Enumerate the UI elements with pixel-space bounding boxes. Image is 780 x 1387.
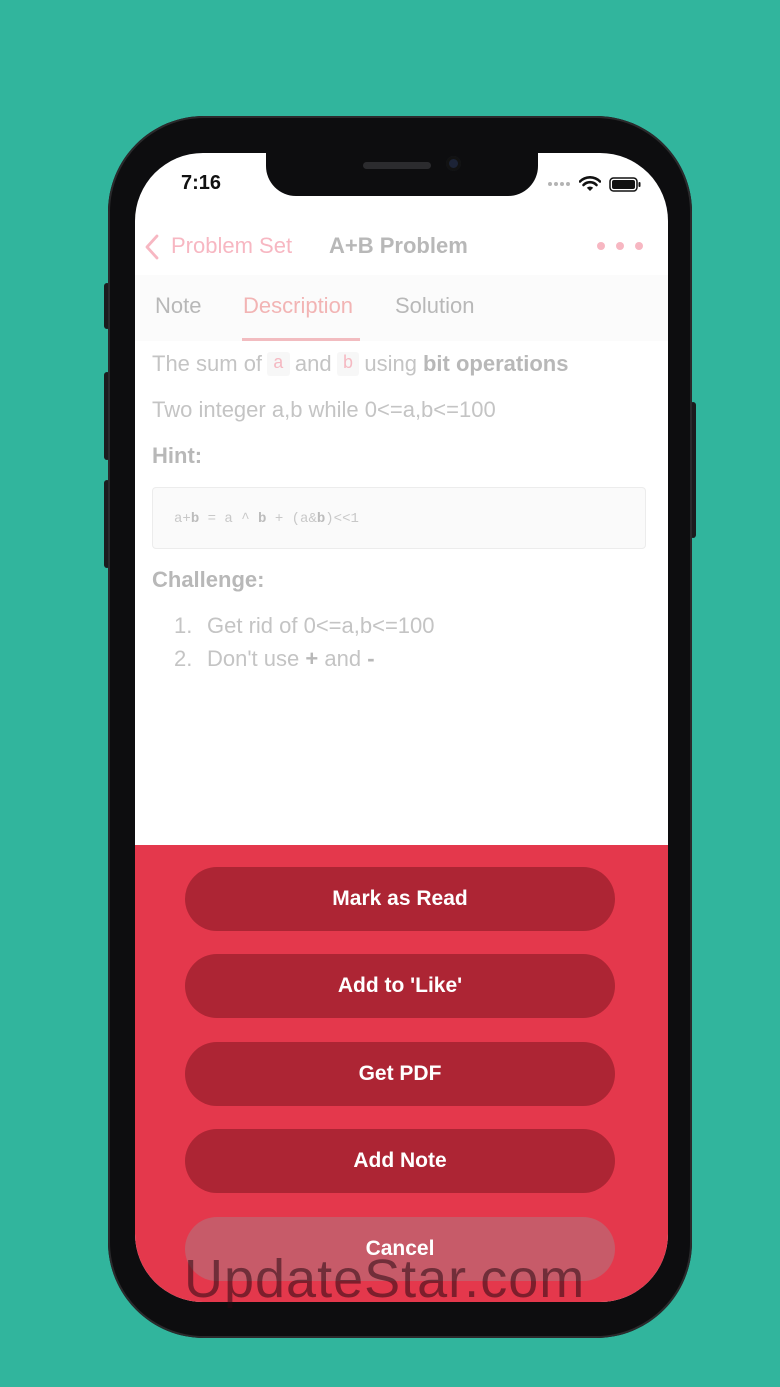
challenge-heading: Challenge:	[152, 567, 265, 592]
add-note-button[interactable]: Add Note	[185, 1129, 615, 1193]
more-dots-icon[interactable]	[597, 242, 643, 250]
code-block: a+b = a ^ b + (a&b)<<1	[152, 487, 646, 549]
signal-dots-icon	[548, 182, 570, 186]
list-item: 1. Get rid of 0<=a,b<=100	[174, 613, 435, 646]
list-text: Get rid of 0<=a,b<=100	[207, 613, 435, 638]
bold-text: -	[367, 646, 375, 671]
desc-text: and	[294, 351, 332, 376]
list-number: 2.	[174, 646, 193, 671]
code-text: = a ^	[199, 511, 259, 527]
page-title: A+B Problem	[329, 233, 468, 258]
inline-code: a	[267, 352, 290, 376]
earpiece-speaker	[363, 162, 431, 169]
code-bold: b	[316, 511, 326, 527]
add-to-like-button[interactable]: Add to 'Like'	[185, 954, 615, 1018]
challenge-list: 1. Get rid of 0<=a,b<=100 2. Don't use + a…	[174, 613, 435, 679]
code-text: + (a&	[266, 511, 317, 527]
tab-bar: Note Description Solution	[135, 275, 668, 341]
tab-description[interactable]: Description	[243, 293, 353, 319]
bold-text: +	[305, 646, 319, 671]
status-icons	[547, 176, 642, 192]
back-button[interactable]: Problem Set	[171, 233, 292, 259]
status-time: 7:16	[181, 172, 222, 194]
watermark: UpdateStar.com	[184, 1249, 586, 1309]
tab-solution[interactable]: Solution	[395, 293, 475, 319]
bold-text: bit operations	[422, 351, 569, 376]
inline-code: b	[336, 352, 360, 376]
code-text: a+	[174, 511, 191, 527]
chevron-left-icon[interactable]	[145, 234, 159, 260]
wifi-icon	[579, 176, 601, 191]
tab-note[interactable]: Note	[155, 293, 201, 319]
navigation-bar: Problem Set A+B Problem	[135, 221, 668, 271]
front-camera	[446, 156, 461, 171]
notch	[266, 153, 538, 196]
desc-text: using	[364, 351, 417, 376]
tab-indicator	[242, 338, 360, 341]
list-text: and	[324, 646, 362, 671]
phone-screen: 7:16 Problem Set A+B Problem Note Descri…	[135, 153, 668, 1302]
description-line: The sum of a and b using bit operations	[152, 351, 568, 377]
battery-icon	[609, 176, 641, 192]
code-text: )<<1	[325, 511, 359, 527]
list-number: 1.	[174, 613, 193, 638]
list-item: 2. Don't use + and -	[174, 646, 435, 679]
mark-as-read-button[interactable]: Mark as Read	[185, 867, 615, 931]
desc-text: The sum of	[152, 351, 263, 376]
code-bold: b	[190, 511, 200, 527]
hint-heading: Hint:	[152, 443, 203, 468]
get-pdf-button[interactable]: Get PDF	[185, 1042, 615, 1106]
action-sheet: Mark as Read Add to 'Like' Get PDF Add N…	[135, 845, 668, 1302]
list-text: Don't use	[207, 646, 300, 671]
description-line: Two integer a,b while 0<=a,b<=100	[152, 397, 496, 422]
